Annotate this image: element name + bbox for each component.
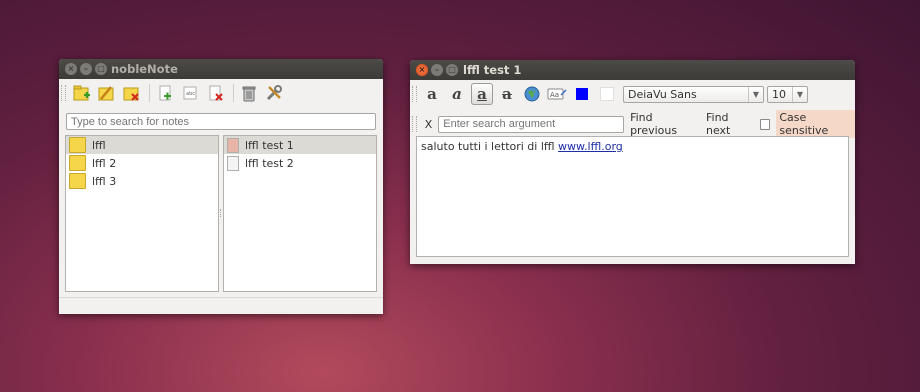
delete-note-icon[interactable] (204, 82, 226, 104)
folder-label: lffl 3 (92, 174, 117, 188)
toolbar-separator (233, 84, 234, 102)
toolbar-grip[interactable] (61, 85, 66, 101)
find-input[interactable] (438, 115, 625, 133)
svg-text:Aa: Aa (550, 91, 559, 99)
rename-note-icon[interactable]: abc (179, 82, 201, 104)
folder-label: lffl 2 (92, 156, 117, 170)
window-controls: × – □ (65, 63, 107, 75)
font-family-value: DeiaVu Sans (628, 87, 697, 101)
desktop: { "desktop": { "background_colors": ["#3… (0, 0, 920, 392)
settings-icon[interactable] (263, 82, 285, 104)
note-item[interactable]: lffl test 2 (224, 154, 376, 172)
note-icon (227, 137, 239, 153)
window-title: lffl test 1 (463, 63, 522, 77)
editor-window: × – □ lffl test 1 a a a a Aa DeiaVu Sans… (410, 60, 855, 264)
chevron-down-icon: ▼ (748, 86, 763, 102)
rename-folder-icon[interactable] (95, 82, 117, 104)
background-color-icon[interactable] (596, 83, 618, 105)
search-notes-input[interactable] (66, 113, 376, 130)
note-editor[interactable]: saluto tutti i lettori di lffl www.lffl.… (416, 136, 849, 257)
maximize-icon[interactable]: □ (95, 63, 107, 75)
font-size-value: 10 (772, 87, 786, 101)
toolbar-separator (149, 84, 150, 102)
insert-link-icon[interactable] (521, 83, 543, 105)
background-color-swatch (600, 87, 614, 101)
find-next-button[interactable]: Find next (706, 111, 752, 137)
italic-icon[interactable]: a (446, 83, 468, 105)
noblenote-titlebar: × – □ nobleNote (59, 59, 383, 79)
note-text: saluto tutti i lettori di lffl (421, 140, 555, 153)
note-label: lffl test 1 (245, 138, 294, 152)
noblenote-window: × – □ nobleNote abc Type to search for n… (59, 59, 383, 314)
spell-check-icon[interactable]: Aa (546, 83, 568, 105)
close-find-button[interactable]: X (425, 118, 433, 131)
status-bar (59, 297, 383, 314)
text-color-icon[interactable] (571, 83, 593, 105)
note-label: lffl test 2 (245, 156, 294, 170)
toolbar-grip[interactable] (412, 116, 417, 132)
find-bar: X Find previous Find next Case sensitive (412, 110, 855, 138)
editor-titlebar: × – □ lffl test 1 (410, 60, 855, 80)
minimize-icon[interactable]: – (80, 63, 92, 75)
window-title: nobleNote (111, 62, 178, 76)
folder-icon (69, 173, 86, 189)
svg-text:abc: abc (186, 91, 195, 97)
close-icon[interactable]: × (416, 64, 428, 76)
toolbar-grip[interactable] (412, 86, 417, 102)
window-controls: × – □ (416, 64, 458, 76)
note-list: lffl test 1 lffl test 2 (223, 135, 377, 292)
folder-icon (69, 155, 86, 171)
delete-folder-icon[interactable] (120, 82, 142, 104)
folder-list: lffl lffl 2 lffl 3 (65, 135, 219, 292)
close-icon[interactable]: × (65, 63, 77, 75)
new-folder-icon[interactable] (70, 82, 92, 104)
folder-icon (69, 137, 86, 153)
folder-item[interactable]: lffl (66, 136, 218, 154)
find-previous-button[interactable]: Find previous (630, 111, 697, 137)
note-item[interactable]: lffl test 1 (224, 136, 376, 154)
new-note-icon[interactable] (154, 82, 176, 104)
minimize-icon[interactable]: – (431, 64, 443, 76)
strikethrough-icon[interactable]: a (496, 83, 518, 105)
folder-item[interactable]: lffl 3 (66, 172, 218, 190)
font-family-select[interactable]: DeiaVu Sans ▼ (623, 85, 764, 103)
noblenote-toolbar: abc (61, 82, 288, 104)
folder-label: lffl (92, 138, 106, 152)
case-sensitive-checkbox[interactable] (760, 118, 771, 130)
folder-item[interactable]: lffl 2 (66, 154, 218, 172)
underline-icon[interactable]: a (471, 83, 493, 105)
maximize-icon[interactable]: □ (446, 64, 458, 76)
case-sensitive-label[interactable]: Case sensitive (776, 110, 855, 138)
trash-icon[interactable] (238, 82, 260, 104)
bold-icon[interactable]: a (421, 83, 443, 105)
font-size-select[interactable]: 10 ▼ (767, 85, 808, 103)
note-icon (227, 155, 239, 171)
format-toolbar: a a a a Aa DeiaVu Sans ▼ 10 ▼ (412, 83, 808, 105)
chevron-down-icon: ▼ (792, 86, 807, 102)
note-link[interactable]: www.lffl.org (558, 140, 623, 153)
text-color-swatch (576, 88, 588, 100)
